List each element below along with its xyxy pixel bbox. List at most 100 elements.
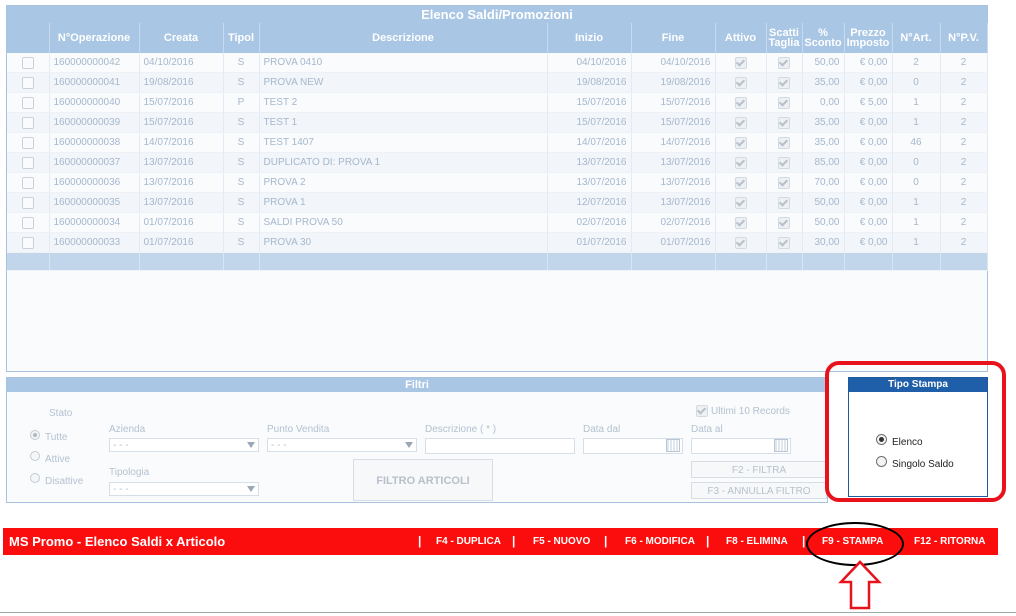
table-row[interactable]: 160000000039 15/07/2016 S TEST 1 15/07/2016 1… — [7, 112, 988, 133]
cell-prezzo: € 0,00 — [844, 212, 893, 233]
cell-creata: 15/07/2016 — [139, 112, 224, 133]
cell-num-pv: 2 — [940, 192, 988, 213]
cell-checkbox — [715, 152, 767, 173]
col-scatti-taglia[interactable]: Scatti Taglia — [766, 23, 803, 53]
footer-cell — [259, 252, 548, 271]
calendar-icon[interactable] — [666, 439, 680, 452]
filtra-button[interactable]: F2 - FILTRA — [691, 461, 827, 478]
row-select-checkbox[interactable] — [21, 136, 34, 149]
attivo-checkbox — [734, 236, 747, 249]
nuovo-button[interactable]: F5 - NUOVO — [533, 528, 590, 555]
col-descrizione[interactable]: Descrizione — [259, 23, 548, 53]
cell-tipol: S — [223, 232, 260, 253]
cell-num-pv: 2 — [940, 232, 988, 253]
elimina-button[interactable]: F8 - ELIMINA — [726, 528, 788, 555]
row-select-checkbox[interactable] — [21, 216, 34, 229]
cell-fine: 14/07/2016 — [631, 132, 716, 153]
ritorna-button[interactable]: F12 - RITORNA — [914, 528, 986, 555]
col-attivo[interactable]: Attivo — [715, 23, 767, 53]
cell-tipol: S — [223, 72, 260, 93]
cell-num-pv: 2 — [940, 172, 988, 193]
row-select-checkbox[interactable] — [21, 196, 34, 209]
ultimi-records-checkbox[interactable] — [696, 405, 708, 418]
cell-checkbox — [715, 53, 767, 73]
cell-operazione: 160000000036 — [49, 172, 140, 193]
tipologia-label: Tipologia — [109, 467, 150, 478]
table-body: 160000000042 04/10/2016 S PROVA 0410 04/10/2… — [7, 53, 988, 271]
cell-sconto: 50,00 — [802, 53, 845, 73]
table-row[interactable]: 160000000033 01/07/2016 S PROVA 30 01/07/201… — [7, 232, 988, 253]
tipologia-select[interactable]: - - - — [109, 482, 259, 496]
filtro-articoli-button[interactable]: FILTRO ARTICOLI — [353, 459, 493, 501]
table-row[interactable]: 160000000041 19/08/2016 S PROVA NEW 19/08/20… — [7, 72, 988, 93]
table-row[interactable]: 160000000034 01/07/2016 S SALDI PROVA 50 02/… — [7, 212, 988, 233]
table-row[interactable]: 160000000040 15/07/2016 P TEST 2 15/07/2016 1… — [7, 92, 988, 113]
footer-cell — [631, 252, 716, 271]
row-select-checkbox[interactable] — [21, 176, 34, 189]
row-select-checkbox[interactable] — [21, 116, 34, 129]
cell-descrizione: PROVA 1 — [259, 192, 548, 213]
punto-vendita-select[interactable]: - - - — [267, 438, 417, 452]
duplica-button[interactable]: F4 - DUPLICA — [436, 528, 501, 555]
up-arrow-icon — [838, 560, 882, 610]
col-creata[interactable]: Creata — [139, 23, 224, 53]
cell-num-articoli: 1 — [892, 112, 941, 133]
cell-descrizione: TEST 1 — [259, 112, 548, 133]
separator: | — [418, 534, 422, 548]
cell-descrizione: PROVA 0410 — [259, 53, 548, 73]
cell-tipol: S — [223, 172, 260, 193]
cell-inizio: 01/07/2016 — [547, 232, 632, 253]
col-num-pv[interactable]: N°P.V. — [940, 23, 988, 53]
table-row[interactable]: 160000000042 04/10/2016 S PROVA 0410 04/10/2… — [7, 53, 988, 73]
attivo-checkbox — [734, 76, 747, 89]
col-num-articoli[interactable]: N°Art. — [892, 23, 941, 53]
table-row[interactable]: 160000000038 14/07/2016 S TEST 1407 14/07/20… — [7, 132, 988, 153]
table-row[interactable]: 160000000035 13/07/2016 S PROVA 1 12/07/2016… — [7, 192, 988, 213]
stato-tutte-radio[interactable] — [30, 430, 40, 440]
col-fine[interactable]: Fine — [631, 23, 716, 53]
stato-disattive-radio[interactable] — [30, 473, 40, 483]
annulla-filtro-button[interactable]: F3 - ANNULLA FILTRO — [691, 482, 827, 499]
cell-prezzo: € 0,00 — [844, 192, 893, 213]
footer-cell — [844, 252, 893, 271]
table-header-row: N°Operazione Creata Tipol Descrizione In… — [7, 23, 988, 53]
col-prezzo-imposto[interactable]: Prezzo Imposto — [844, 23, 893, 53]
cell-prezzo: € 0,00 — [844, 53, 893, 73]
row-select-checkbox[interactable] — [21, 156, 34, 169]
cell-fine: 15/07/2016 — [631, 92, 716, 113]
table-row[interactable]: 160000000036 13/07/2016 S PROVA 2 13/07/2016… — [7, 172, 988, 193]
cell-descrizione: PROVA 30 — [259, 232, 548, 253]
row-select-checkbox[interactable] — [21, 236, 34, 249]
col-tipol[interactable]: Tipol — [223, 23, 260, 53]
col-inizio[interactable]: Inizio — [547, 23, 632, 53]
cell-tipol: S — [223, 212, 260, 233]
cell-checkbox — [7, 112, 50, 133]
saldi-table: N°Operazione Creata Tipol Descrizione In… — [7, 23, 988, 271]
footer-cell — [49, 252, 140, 271]
cell-descrizione: DUPLICATO DI: PROVA 1 — [259, 152, 548, 173]
col-sconto[interactable]: % Sconto — [802, 23, 845, 53]
punto-vendita-value: - - - — [271, 440, 287, 451]
cell-checkbox — [7, 192, 50, 213]
cell-prezzo: € 0,00 — [844, 132, 893, 153]
row-select-checkbox[interactable] — [21, 56, 34, 69]
table-row[interactable]: 160000000037 13/07/2016 S DUPLICATO DI: PRO… — [7, 152, 988, 173]
row-select-checkbox[interactable] — [21, 76, 34, 89]
calendar-icon[interactable] — [774, 439, 788, 452]
scatti-taglia-checkbox — [778, 236, 790, 249]
col-operazione[interactable]: N°Operazione — [49, 23, 140, 53]
row-select-checkbox[interactable] — [21, 96, 34, 109]
cell-num-articoli: 0 — [892, 172, 941, 193]
descrizione-input[interactable] — [425, 438, 575, 454]
stato-attive-radio[interactable] — [30, 451, 40, 461]
cell-fine: 02/07/2016 — [631, 212, 716, 233]
cell-checkbox — [766, 172, 803, 193]
modifica-button[interactable]: F6 - MODIFICA — [625, 528, 695, 555]
scatti-taglia-checkbox — [778, 136, 790, 149]
cell-operazione: 160000000033 — [49, 232, 140, 253]
cell-tipol: S — [223, 53, 260, 73]
cell-sconto: 50,00 — [802, 212, 845, 233]
cell-checkbox — [7, 92, 50, 113]
footer-cell — [7, 252, 50, 271]
azienda-select[interactable]: - - - — [109, 438, 259, 452]
